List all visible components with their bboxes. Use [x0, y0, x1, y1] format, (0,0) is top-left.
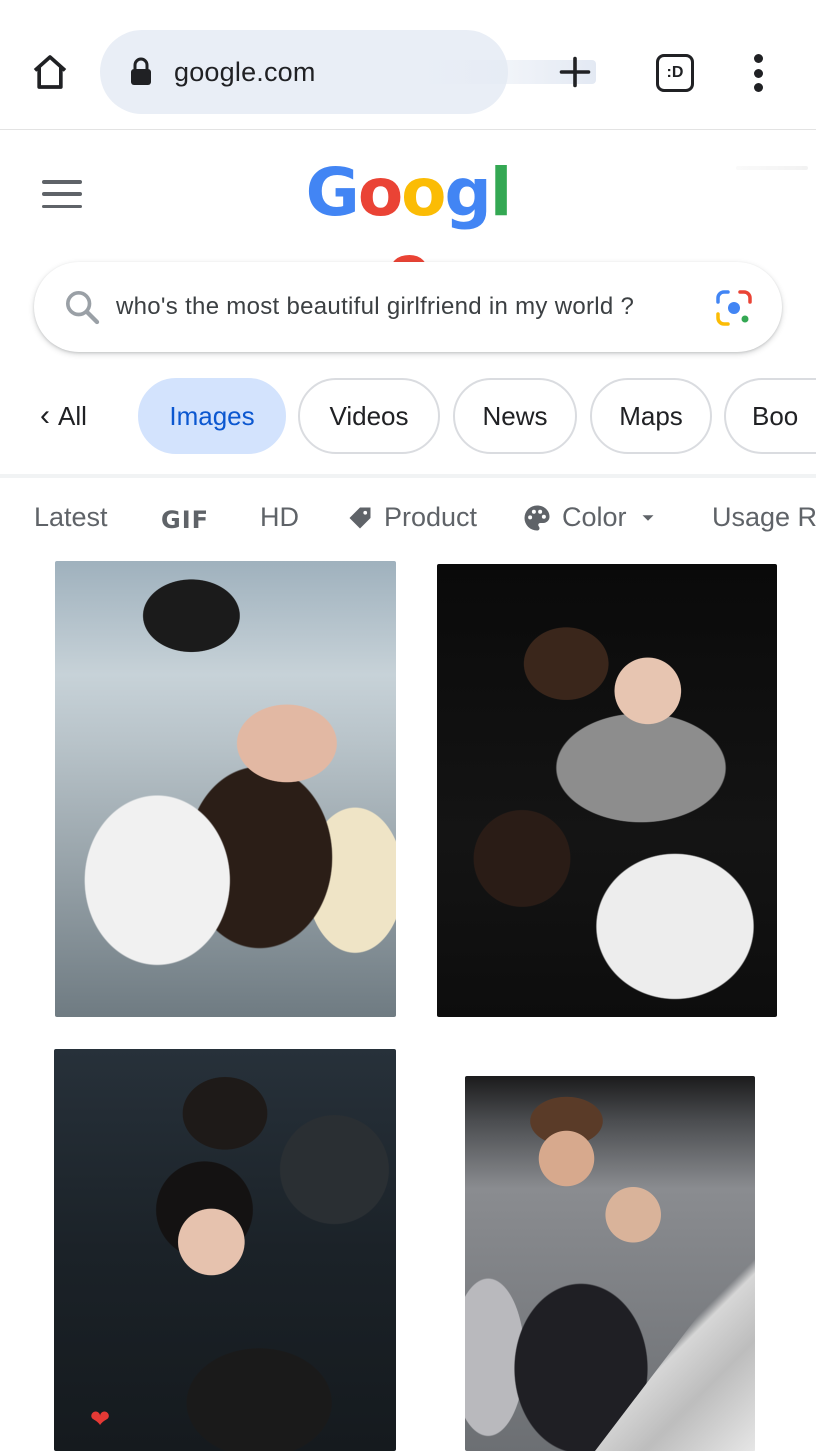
- google-lens-icon[interactable]: [714, 288, 754, 328]
- tag-icon: [349, 507, 371, 528]
- search-tabs: ‹ All Images Videos News Maps Boo: [0, 378, 816, 454]
- filter-color[interactable]: Color: [522, 502, 659, 533]
- heart-icon: ❤: [90, 1406, 111, 1433]
- image-filters: Latest GIF HD Product Color Usage R: [0, 498, 816, 542]
- logo-letter-o2: o: [401, 154, 446, 231]
- image-result-3[interactable]: ❤: [54, 1049, 396, 1451]
- account-area[interactable]: [736, 166, 808, 170]
- more-menu-icon[interactable]: [740, 48, 776, 98]
- tab-images-label: Images: [169, 400, 255, 431]
- new-tab-plus-icon[interactable]: [548, 44, 602, 100]
- search-box[interactable]: who's the most beautiful girlfriend in m…: [34, 262, 782, 352]
- google-logo[interactable]: Google: [300, 154, 516, 308]
- browser-toolbar: google.com :D: [0, 0, 816, 130]
- hamburger-menu-icon[interactable]: [40, 176, 84, 212]
- filter-hd[interactable]: HD: [260, 502, 299, 533]
- tabs-divider: [0, 474, 816, 478]
- logo-letter-o1: o: [357, 154, 403, 231]
- filter-usage-rights[interactable]: Usage R: [712, 502, 816, 533]
- logo-letter-g2: g: [444, 154, 492, 231]
- tab-news-label: News: [482, 400, 548, 431]
- filter-latest[interactable]: Latest: [34, 502, 108, 533]
- search-query[interactable]: who's the most beautiful girlfriend in m…: [116, 293, 634, 321]
- tab-videos[interactable]: Videos: [298, 378, 440, 454]
- tab-all-label: All: [58, 400, 87, 431]
- filter-gif-label: GIF: [161, 506, 210, 534]
- image-result-1[interactable]: [55, 561, 396, 1017]
- filter-hd-label: HD: [260, 502, 299, 532]
- search-icon: [66, 291, 100, 325]
- chevron-left-icon: ‹: [40, 399, 50, 432]
- image-result-2[interactable]: [437, 564, 777, 1017]
- caret-down-icon: [642, 514, 654, 521]
- tab-videos-label: Videos: [329, 400, 409, 431]
- filter-latest-label: Latest: [34, 502, 108, 532]
- tab-switcher-label: :D: [656, 54, 694, 92]
- filter-usage-label: Usage R: [712, 502, 816, 532]
- tab-maps[interactable]: Maps: [590, 378, 712, 454]
- tab-switcher-button[interactable]: :D: [652, 50, 698, 96]
- filter-color-label: Color: [562, 502, 627, 532]
- tab-all[interactable]: ‹ All: [40, 388, 87, 444]
- lock-icon: [128, 56, 154, 88]
- filter-product[interactable]: Product: [346, 502, 477, 533]
- filter-product-label: Product: [384, 502, 478, 532]
- tab-maps-label: Maps: [619, 400, 683, 431]
- tab-images[interactable]: Images: [138, 378, 286, 454]
- tab-news[interactable]: News: [453, 378, 577, 454]
- tab-books-label: Boo: [752, 400, 799, 431]
- url-text: google.com: [174, 56, 316, 87]
- tab-books[interactable]: Boo: [724, 378, 816, 454]
- logo-letter-g: G: [305, 154, 360, 231]
- filter-gif[interactable]: GIF: [161, 506, 209, 534]
- address-bar[interactable]: google.com: [100, 30, 596, 114]
- palette-icon: [524, 505, 550, 530]
- home-icon[interactable]: [24, 44, 76, 100]
- logo-letter-l: l: [489, 154, 513, 231]
- image-result-4[interactable]: [465, 1076, 755, 1451]
